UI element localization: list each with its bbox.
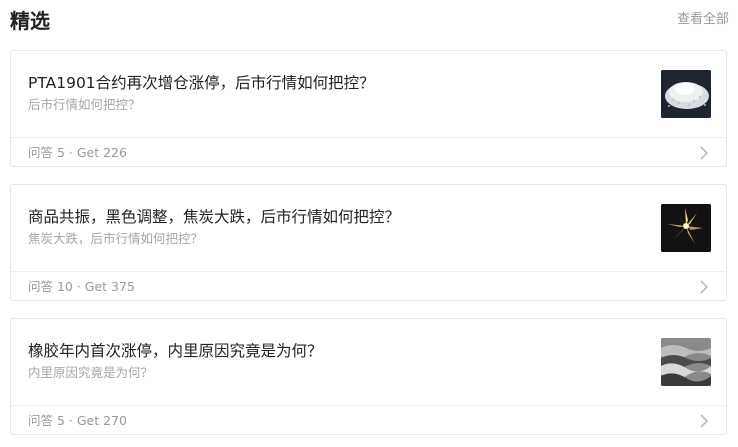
card-stats: 问答 10 · Get 375: [28, 279, 135, 294]
featured-card[interactable]: 商品共振，黑色调整，焦炭大跌，后市行情如何把控？ 焦炭大跌，后市行情如何把控？ …: [10, 184, 727, 301]
card-body: 商品共振，黑色调整，焦炭大跌，后市行情如何把控？ 焦炭大跌，后市行情如何把控？: [11, 185, 726, 271]
card-subtitle: 内里原因究竟是为何？: [28, 365, 154, 380]
section-header: 精选 查看全部: [0, 0, 738, 44]
metal-flower-image: [661, 204, 711, 252]
card-title[interactable]: PTA1901合约再次增仓涨停，后市行情如何把控？: [28, 72, 375, 94]
section-title: 精选: [10, 9, 50, 33]
view-all-link[interactable]: 查看全部: [677, 11, 729, 29]
card-footer: 问答 5 · Get 226: [11, 137, 726, 167]
card-stats: 问答 5 · Get 270: [28, 413, 127, 428]
featured-card[interactable]: PTA1901合约再次增仓涨停，后市行情如何把控？ 后市行情如何把控？ 问答 5…: [10, 50, 727, 167]
card-title[interactable]: 商品共振，黑色调整，焦炭大跌，后市行情如何把控？: [28, 206, 400, 228]
card-stats: 问答 5 · Get 226: [28, 145, 127, 160]
card-footer: 问答 10 · Get 375: [11, 271, 726, 301]
chevron-right-icon[interactable]: [699, 146, 709, 160]
chevron-right-icon[interactable]: [699, 280, 709, 294]
chevron-right-icon[interactable]: [699, 414, 709, 428]
card-footer: 问答 5 · Get 270: [11, 405, 726, 435]
card-subtitle: 焦炭大跌，后市行情如何把控？: [28, 231, 204, 246]
card-body: PTA1901合约再次增仓涨停，后市行情如何把控？ 后市行情如何把控？: [11, 51, 726, 137]
card-subtitle: 后市行情如何把控？: [28, 97, 141, 112]
card-title[interactable]: 橡胶年内首次涨停，内里原因究竟是为何？: [28, 340, 323, 362]
featured-card[interactable]: 橡胶年内首次涨停，内里原因究竟是为何？ 内里原因究竟是为何？ 问答 5 · Ge…: [10, 318, 727, 435]
page: 精选 查看全部 PTA1901合约再次增仓涨停，后市行情如何把控？ 后市行情如何…: [0, 0, 738, 447]
white-granules-image: [661, 70, 711, 118]
card-body: 橡胶年内首次涨停，内里原因究竟是为何？ 内里原因究竟是为何？: [11, 319, 726, 405]
rubber-sheets-image: [661, 338, 711, 386]
